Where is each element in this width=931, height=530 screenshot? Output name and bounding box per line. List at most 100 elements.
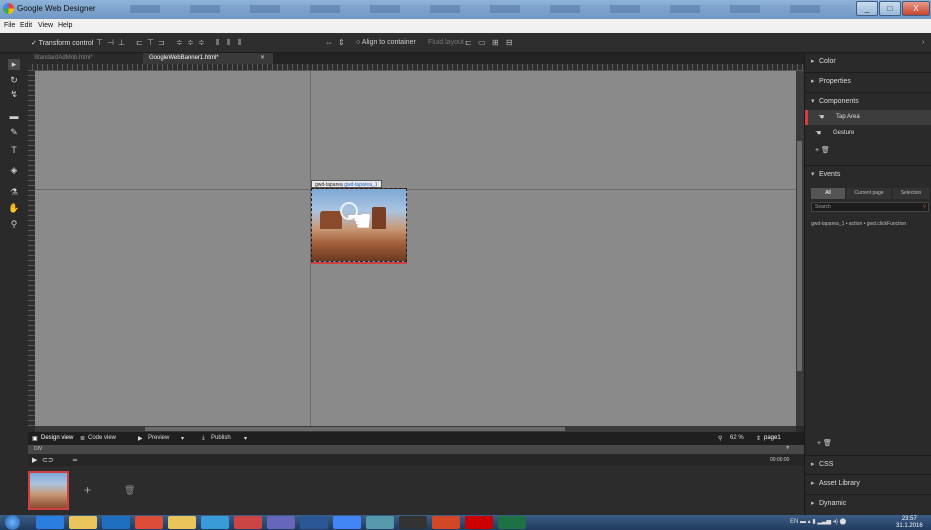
panel-dynamic-header[interactable]: ▸ Dynamic bbox=[805, 494, 931, 512]
preview-dropdown-icon[interactable]: ▾ bbox=[181, 435, 184, 442]
preview-button[interactable]: Preview bbox=[148, 435, 169, 441]
events-tab-all[interactable]: All bbox=[811, 188, 845, 199]
taskbar-clock[interactable]: 23:57 31.1.2016 bbox=[896, 516, 923, 530]
panel-css-header[interactable]: ▸ CSS bbox=[805, 455, 931, 473]
page-thumbnail[interactable] bbox=[28, 471, 69, 510]
events-tab-selection[interactable]: Selection bbox=[893, 188, 929, 199]
preview-icon[interactable]: ▶ bbox=[138, 435, 143, 442]
menu-file[interactable]: File bbox=[4, 22, 15, 29]
zoom-tool-icon[interactable]: ⚲ bbox=[8, 219, 20, 230]
photo-icon[interactable] bbox=[366, 516, 394, 529]
maximize-button[interactable]: □ bbox=[879, 1, 901, 16]
layout-icon-3[interactable]: ⊞ bbox=[492, 38, 499, 47]
event-row[interactable]: gwd-taparea_1 • action • gwd.clickFuncti… bbox=[811, 221, 906, 227]
vertical-ruler[interactable] bbox=[28, 71, 35, 426]
page-selector[interactable]: page1 bbox=[764, 435, 781, 441]
align-center-icon[interactable]: ⊤ bbox=[147, 38, 154, 47]
code-view-icon[interactable]: ≣ bbox=[80, 435, 85, 442]
timeline-options-icon[interactable]: ≂ bbox=[72, 456, 78, 464]
color-picker-tool-icon[interactable]: ⚗ bbox=[8, 187, 20, 198]
timeline-layer-row[interactable]: DIV ⩔ bbox=[28, 445, 804, 454]
align-bottom-icon[interactable]: ⊥ bbox=[118, 38, 125, 47]
panel-properties-header[interactable]: ▸ Properties bbox=[805, 72, 931, 90]
publish-dropdown-icon[interactable]: ▾ bbox=[244, 435, 247, 442]
powerpoint-icon[interactable] bbox=[432, 516, 460, 529]
publish-button[interactable]: Publish bbox=[211, 435, 231, 441]
banner-tap-area[interactable]: ☚ bbox=[311, 188, 407, 262]
layout-icon-4[interactable]: ⊟ bbox=[506, 38, 513, 47]
distribute-left-icon[interactable]: ⫴ bbox=[216, 38, 219, 48]
close-button[interactable]: X bbox=[902, 1, 930, 16]
pen-tool-icon[interactable]: ✎ bbox=[8, 127, 20, 138]
zoom-level[interactable]: 62 % bbox=[730, 435, 744, 441]
design-stage[interactable]: gwd-taparea gwd-taparea_1 ☚ bbox=[35, 71, 796, 426]
distribute-top-icon[interactable]: ≑ bbox=[176, 38, 183, 47]
align-left-icon[interactable]: ⊏ bbox=[136, 38, 143, 47]
panel-color-header[interactable]: ▸ Color bbox=[805, 53, 931, 71]
search-icon[interactable]: ⚲ bbox=[922, 203, 926, 212]
component-item-gesture[interactable]: ☚ Gesture bbox=[805, 126, 931, 141]
fluid-layout-toggle[interactable]: Fluid layout bbox=[428, 39, 464, 46]
publish-icon[interactable]: ⤓ bbox=[202, 435, 205, 442]
close-tab-icon[interactable]: ✕ bbox=[260, 53, 265, 64]
delete-page-button[interactable]: 🗑 bbox=[124, 485, 135, 496]
play-icon[interactable]: ▶ bbox=[32, 456, 37, 464]
ie-icon[interactable] bbox=[36, 516, 64, 529]
align-to-container-toggle[interactable]: ○ Align to container bbox=[356, 39, 416, 46]
system-tray-icons[interactable]: EN ▬ ▴ ▮ ▂▃▅ ◂) ⬤ bbox=[790, 518, 846, 525]
folder-icon[interactable] bbox=[69, 516, 97, 529]
menu-help[interactable]: Help bbox=[58, 22, 72, 29]
scrollbar-thumb[interactable] bbox=[797, 141, 802, 371]
fill-tool-icon[interactable]: ◈ bbox=[8, 165, 20, 176]
hand-tool-icon[interactable]: ✋ bbox=[8, 203, 20, 214]
gwd2-icon[interactable] bbox=[333, 516, 361, 529]
text-tool-icon[interactable]: T bbox=[8, 145, 20, 155]
menu-edit[interactable]: Edit bbox=[20, 22, 32, 29]
zoom-search-icon[interactable]: ⚲ bbox=[718, 435, 722, 442]
chrome-icon[interactable] bbox=[135, 516, 163, 529]
horizontal-ruler[interactable] bbox=[28, 64, 804, 71]
distribute-bottom-icon[interactable]: ≑ bbox=[198, 38, 205, 47]
layout-icon-1[interactable]: ⊏ bbox=[465, 38, 472, 47]
align-top-icon[interactable]: ⊤ bbox=[96, 38, 103, 47]
events-search-input[interactable]: Search ⚲ bbox=[811, 202, 929, 212]
start-button-icon[interactable] bbox=[5, 515, 20, 530]
component-item-tap-area[interactable]: ☚ Tap Area bbox=[805, 110, 931, 125]
acrobat-icon[interactable] bbox=[465, 516, 493, 529]
match-height-icon[interactable]: ⇕ bbox=[338, 38, 345, 47]
selection-tool-icon[interactable]: ▸ bbox=[8, 59, 20, 70]
horizontal-guide[interactable] bbox=[35, 189, 796, 190]
panel-components-header[interactable]: ▾ Components bbox=[805, 92, 931, 110]
explorer-icon[interactable] bbox=[168, 516, 196, 529]
distribute-middle-icon[interactable]: ≑ bbox=[187, 38, 194, 47]
cmd-icon[interactable] bbox=[399, 516, 427, 529]
scrollbar-thumb[interactable] bbox=[145, 427, 565, 431]
3d-translation-tool-icon[interactable]: ↯ bbox=[8, 89, 20, 100]
toolstrip-more-button[interactable]: › bbox=[922, 39, 924, 46]
events-tab-current-page[interactable]: Current page bbox=[847, 188, 891, 199]
media-icon[interactable] bbox=[267, 516, 295, 529]
gwd-icon[interactable] bbox=[201, 516, 229, 529]
align-middle-icon[interactable]: ⊣ bbox=[107, 38, 114, 47]
document-tab-standard-admob[interactable]: StandardAdMob.html* ✕ bbox=[28, 53, 158, 64]
word-icon[interactable] bbox=[300, 516, 328, 529]
align-right-icon[interactable]: ⊐ bbox=[158, 38, 165, 47]
add-page-button[interactable]: + bbox=[84, 483, 91, 497]
transform-control-toggle[interactable]: ✓ Transform control bbox=[31, 39, 93, 47]
match-width-icon[interactable]: ⇔ bbox=[325, 38, 333, 47]
document-tab-google-web-banner[interactable]: GoogleWebBanner1.html* ✕ bbox=[143, 53, 273, 64]
stage-vertical-scrollbar[interactable] bbox=[796, 71, 804, 426]
design-view-icon[interactable]: ▣ bbox=[32, 435, 38, 442]
code-view-button[interactable]: Code view bbox=[88, 435, 116, 441]
page-selector-icon[interactable]: ⇕ bbox=[756, 435, 761, 442]
3d-rotation-tool-icon[interactable]: ↻ bbox=[8, 75, 20, 86]
events-add-remove[interactable]: + 🗑 bbox=[817, 439, 832, 447]
loop-icon[interactable]: ⊂⊃ bbox=[42, 456, 54, 464]
chevron-down-icon[interactable]: ⩔ bbox=[786, 445, 789, 452]
layout-icon-2[interactable]: ▭ bbox=[478, 38, 486, 47]
paint-icon[interactable] bbox=[234, 516, 262, 529]
outlook-icon[interactable] bbox=[102, 516, 130, 529]
menu-view[interactable]: View bbox=[38, 22, 53, 29]
design-view-button[interactable]: Design view bbox=[41, 435, 73, 441]
tag-tool-icon[interactable]: ▬ bbox=[8, 111, 20, 121]
